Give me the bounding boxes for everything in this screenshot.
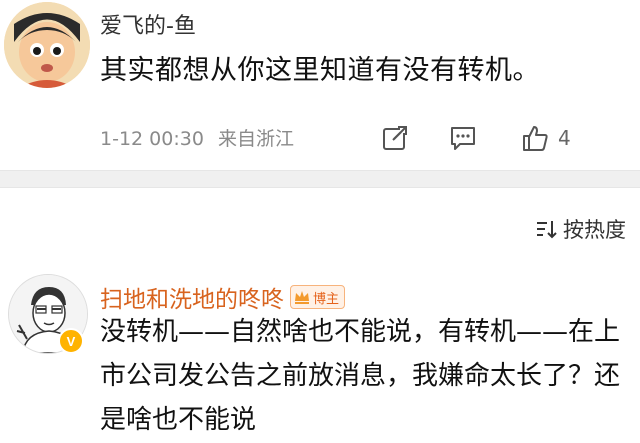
share-button[interactable]	[380, 120, 410, 156]
timestamp: 1-12 00:30	[100, 128, 204, 150]
username[interactable]: 爱飞的-鱼	[100, 8, 196, 40]
host-badge-label: 博主	[313, 291, 340, 307]
comment-icon	[451, 127, 475, 150]
verified-badge: V	[58, 328, 84, 354]
like-count: 4	[558, 126, 571, 150]
username[interactable]: 扫地和洗地的咚咚	[100, 280, 284, 314]
comment-actions: 4	[380, 120, 640, 156]
username-row: 扫地和洗地的咚咚 博主	[100, 280, 346, 314]
location: 来自浙江	[217, 128, 294, 150]
like-icon	[523, 126, 548, 151]
crown-icon	[291, 286, 313, 308]
avatar[interactable]	[4, 2, 90, 88]
comment-text: 没转机——自然啥也不能说，有转机——在上市公司发公告之前放消息，我嫌命太长了？还…	[100, 317, 621, 435]
comment-card-1: 爱飞的-鱼 其实都想从你这里知道有没有转机。 1-12 00:30 来自浙江 4	[0, 0, 640, 170]
comment-text: 其实都想从你这里知道有没有转机。	[100, 55, 540, 86]
sort-label: 按热度	[563, 218, 626, 242]
host-badge: 博主	[290, 285, 346, 309]
sort-by-hot-button[interactable]: 按热度	[535, 214, 626, 244]
comment-card-2: 按热度 V 扫地和洗地的咚咚 博主 没转机——自然啥也不能说，有转机——在上市公…	[0, 188, 640, 443]
comment-meta: 1-12 00:30 来自浙江	[100, 124, 302, 151]
reply-button[interactable]	[448, 120, 478, 156]
like-button[interactable]: 4	[520, 120, 571, 156]
share-icon	[383, 125, 408, 150]
section-divider	[0, 170, 640, 188]
sort-icon	[537, 221, 557, 239]
